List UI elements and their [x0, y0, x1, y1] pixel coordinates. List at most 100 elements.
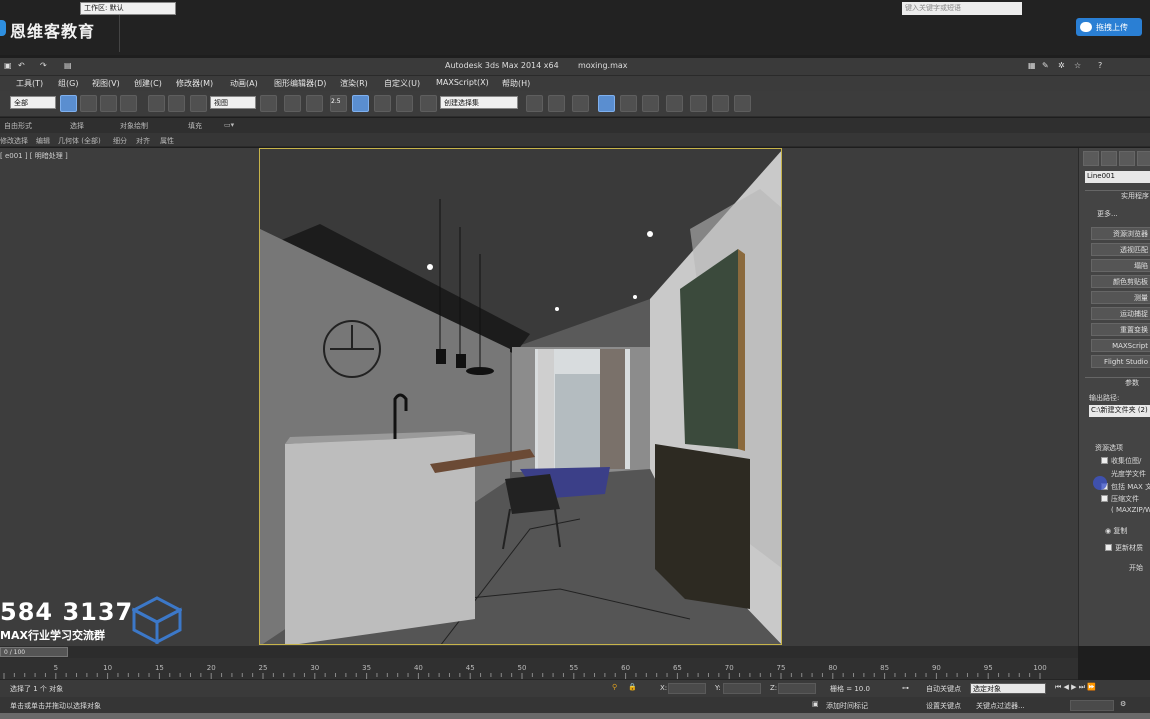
utility-motion-capture[interactable]: 运动捕捉	[1091, 307, 1150, 320]
graphite-ribbon-icon[interactable]	[598, 95, 615, 112]
angle-snap-icon[interactable]	[352, 95, 369, 112]
update-material-checkbox[interactable]	[1105, 544, 1112, 551]
utility-collapse[interactable]: 塌陷	[1091, 259, 1150, 272]
motion-tab-icon[interactable]	[1137, 151, 1150, 166]
utility-reset-xform[interactable]: 重置变换	[1091, 323, 1150, 336]
edit-named-selection-icon[interactable]	[420, 95, 437, 112]
menu-create[interactable]: 创建(C)	[134, 78, 162, 89]
panel-modify-selection[interactable]: 修改选择	[0, 136, 28, 146]
panel-align[interactable]: 对齐	[136, 136, 150, 146]
menu-animation[interactable]: 动画(A)	[230, 78, 258, 89]
utility-perspective-match[interactable]: 透视匹配	[1091, 243, 1150, 256]
utility-measure[interactable]: 测量	[1091, 291, 1150, 304]
lock-icon[interactable]: 🔒	[628, 683, 637, 691]
tab-populate[interactable]: 填充	[188, 121, 202, 131]
time-config-icon[interactable]: ⚙	[1120, 700, 1126, 708]
z-coordinate-field[interactable]	[778, 683, 816, 694]
viewport-label[interactable]: [ e001 ] [ 明暗处理 ]	[0, 151, 68, 161]
undo-icon[interactable]: ↶	[18, 61, 25, 70]
select-manipulate-icon[interactable]	[284, 95, 301, 112]
ribbon-options-icon[interactable]: ▭▾	[224, 121, 234, 129]
reference-coord-select[interactable]: 视图	[210, 96, 256, 109]
utilities-rollout-header[interactable]: 实用程序	[1085, 190, 1150, 200]
named-selection-select[interactable]: 创建选择集	[440, 96, 518, 109]
modify-tab-icon[interactable]	[1101, 151, 1117, 166]
menu-help[interactable]: 帮助(H)	[502, 78, 530, 89]
rect-selection-icon[interactable]	[100, 95, 117, 112]
more-button[interactable]: 更多...	[1097, 209, 1118, 219]
search-input[interactable]: 键入关键字或短语	[902, 2, 1022, 15]
menu-rendering[interactable]: 渲染(R)	[340, 78, 368, 89]
create-tab-icon[interactable]	[1083, 151, 1099, 166]
project-folder-icon[interactable]: ▤	[64, 61, 72, 70]
panel-properties[interactable]: 属性	[160, 136, 174, 146]
select-object-icon[interactable]	[60, 95, 77, 112]
start-button[interactable]: 开始	[1129, 563, 1143, 573]
layer-manager-icon[interactable]	[572, 95, 589, 112]
upload-button[interactable]: 拖拽上传	[1076, 18, 1142, 36]
menu-tools[interactable]: 工具(T)	[16, 78, 43, 89]
material-editor-icon[interactable]	[666, 95, 683, 112]
select-by-name-icon[interactable]	[80, 95, 97, 112]
x-coordinate-field[interactable]	[668, 683, 706, 694]
panel-subdivision[interactable]: 细分	[113, 136, 127, 146]
key-mode-icon[interactable]: ⊶	[902, 684, 909, 692]
panel-edit[interactable]: 编辑	[36, 136, 50, 146]
time-tag-icon[interactable]: ▣	[812, 700, 819, 708]
key-filters-button[interactable]: 关键点过滤器...	[976, 701, 1025, 711]
object-name-field[interactable]: Line001	[1085, 171, 1150, 183]
tab-selection[interactable]: 选择	[70, 121, 84, 131]
time-slider[interactable]	[0, 646, 1078, 658]
render-setup-icon[interactable]	[690, 95, 707, 112]
utility-flight-studio[interactable]: Flight Studio	[1091, 355, 1150, 368]
rendered-frame-icon[interactable]	[712, 95, 729, 112]
keyboard-shortcut-icon[interactable]	[306, 95, 323, 112]
align-icon[interactable]	[548, 95, 565, 112]
utility-color-clipboard[interactable]: 颜色剪贴板	[1091, 275, 1150, 288]
menu-maxscript[interactable]: MAXScript(X)	[436, 78, 489, 87]
workspace-select[interactable]: 工作区: 默认	[80, 2, 176, 15]
key-icon[interactable]: ✎	[1042, 61, 1049, 70]
auto-key-button[interactable]: 自动关键点	[926, 684, 961, 694]
track-bar[interactable]: 5 10 15 20 25 30 35 40 45 50 55 60 65 70 75 80 85 90 95 100	[0, 658, 1078, 680]
menu-views[interactable]: 视图(V)	[92, 78, 120, 89]
percent-snap-icon[interactable]	[374, 95, 391, 112]
panel-geometry-all[interactable]: 几何体 (全部)	[58, 136, 101, 146]
output-path-field[interactable]: C:\新建文件夹 (2)	[1089, 405, 1150, 417]
render-production-icon[interactable]	[734, 95, 751, 112]
favorites-star-icon[interactable]: ☆	[1074, 61, 1081, 70]
selected-object-select[interactable]: 选定对象	[970, 683, 1046, 694]
isolate-icon[interactable]: ⚲	[612, 683, 617, 691]
radio-copy[interactable]: ◉ 复制	[1105, 526, 1127, 536]
collect-bitmaps-checkbox[interactable]	[1101, 457, 1108, 464]
infocenter-icon[interactable]: ▦	[1028, 61, 1036, 70]
utility-maxscript[interactable]: MAXScript	[1091, 339, 1150, 352]
curve-editor-icon[interactable]	[620, 95, 637, 112]
compress-checkbox[interactable]	[1101, 495, 1108, 502]
spinner-snap-icon[interactable]	[396, 95, 413, 112]
menu-group[interactable]: 组(G)	[58, 78, 78, 89]
menu-customize[interactable]: 自定义(U)	[384, 78, 420, 89]
time-slider-handle[interactable]: 0 / 100	[0, 647, 68, 657]
safe-frame-render[interactable]	[259, 148, 782, 645]
menu-graph-editors[interactable]: 图形编辑器(D)	[274, 78, 326, 89]
window-crossing-icon[interactable]	[120, 95, 137, 112]
tab-object-paint[interactable]: 对象绘制	[120, 121, 148, 131]
scale-icon[interactable]	[190, 95, 207, 112]
y-coordinate-field[interactable]	[723, 683, 761, 694]
redo-icon[interactable]: ↷	[40, 61, 47, 70]
add-time-tag[interactable]: 添加时间标记	[826, 701, 868, 711]
pivot-center-icon[interactable]	[260, 95, 277, 112]
schematic-view-icon[interactable]	[642, 95, 659, 112]
snaps-toggle-icon[interactable]: 2.5	[330, 95, 347, 112]
rotate-icon[interactable]	[168, 95, 185, 112]
parameters-rollout-header[interactable]: 参数	[1085, 377, 1150, 387]
current-frame-field[interactable]	[1070, 700, 1114, 711]
hierarchy-tab-icon[interactable]	[1119, 151, 1135, 166]
menu-modifiers[interactable]: 修改器(M)	[176, 78, 213, 89]
help-icon[interactable]: ?	[1098, 61, 1102, 70]
mirror-icon[interactable]	[526, 95, 543, 112]
save-icon[interactable]: ▣	[4, 61, 12, 70]
utility-asset-browser[interactable]: 资源浏览器	[1091, 227, 1150, 240]
tab-freeform[interactable]: 自由形式	[4, 121, 32, 131]
